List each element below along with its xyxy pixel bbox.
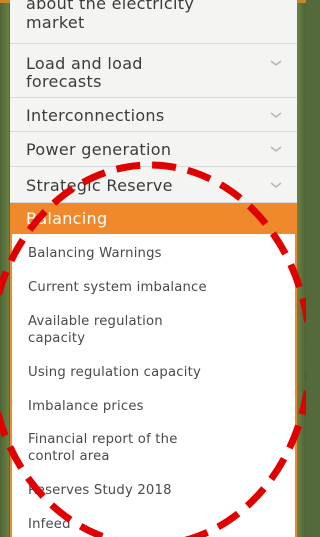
submenu-link-financial-report-control-area[interactable]: Financial report of the control area: [28, 431, 278, 465]
menu-item-label: Balancing: [26, 209, 108, 228]
submenu-link-label: control area: [28, 449, 110, 464]
submenu-link-label: Available regulation: [28, 314, 163, 329]
menu-item-label: Power generation: [26, 140, 172, 159]
right-background-strip: [297, 0, 306, 537]
submenu-link-label: Financial report of the: [28, 432, 178, 447]
menu-item-label: about the electricity: [26, 0, 195, 13]
menu-item-balancing-active[interactable]: Balancing: [10, 203, 297, 234]
menu-item-label: market: [26, 13, 85, 32]
chevron-down-icon[interactable]: [269, 58, 283, 68]
sidebar-menu: about the electricity market Load and lo…: [10, 0, 297, 537]
menu-item-power-generation[interactable]: Power generation: [10, 132, 297, 167]
submenu-link-label: capacity: [28, 331, 86, 346]
submenu-link-infeed[interactable]: Infeed: [28, 516, 278, 533]
menu-item-about-electricity-market[interactable]: about the electricity market: [10, 0, 297, 44]
chevron-down-icon[interactable]: [269, 110, 283, 120]
submenu-link-available-regulation-capacity[interactable]: Available regulation capacity: [28, 313, 278, 347]
chevron-down-icon[interactable]: [269, 180, 283, 190]
submenu-link-reserves-study-2018[interactable]: Reserves Study 2018: [28, 482, 278, 499]
left-background-strip: [0, 0, 9, 537]
menu-item-strategic-reserve[interactable]: Strategic Reserve: [10, 167, 297, 203]
submenu-link-current-system-imbalance[interactable]: Current system imbalance: [28, 279, 278, 296]
chevron-down-icon[interactable]: [269, 144, 283, 154]
menu-item-load-forecasts[interactable]: Load and load forecasts: [10, 44, 297, 98]
menu-item-label: Interconnections: [26, 106, 165, 125]
submenu-link-balancing-warnings[interactable]: Balancing Warnings: [28, 245, 278, 262]
submenu-link-using-regulation-capacity[interactable]: Using regulation capacity: [28, 364, 278, 381]
menu-item-label: Load and load: [26, 54, 143, 73]
menu-item-label: forecasts: [26, 72, 102, 91]
menu-item-label: Strategic Reserve: [26, 176, 173, 195]
menu-item-interconnections[interactable]: Interconnections: [10, 98, 297, 132]
balancing-submenu: Balancing Warnings Current system imbala…: [10, 234, 297, 537]
submenu-link-imbalance-prices[interactable]: Imbalance prices: [28, 398, 278, 415]
